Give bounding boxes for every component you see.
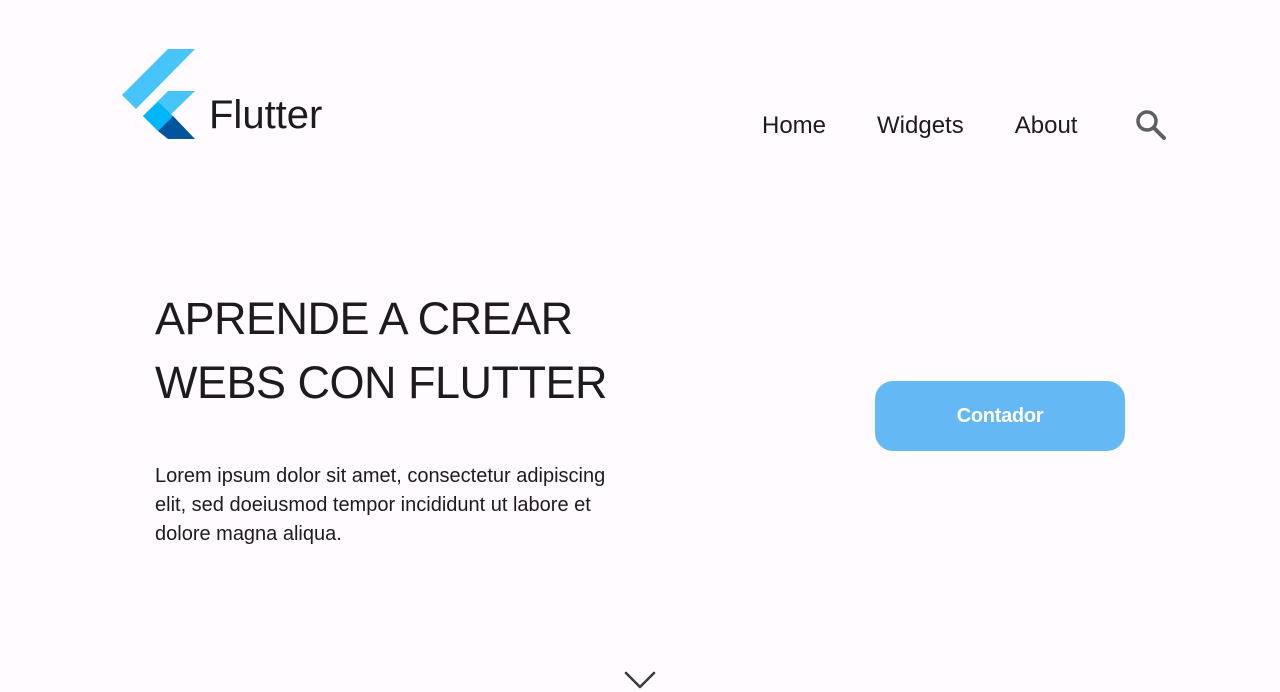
flutter-logo[interactable]: Flutter <box>122 49 322 141</box>
main-nav: Home Widgets About <box>762 112 1077 140</box>
page: Flutter Home Widgets About APRENDE A CRE… <box>0 0 1280 692</box>
chevron-down-icon[interactable] <box>624 670 656 690</box>
nav-widgets[interactable]: Widgets <box>877 112 964 140</box>
hero-headline: APRENDE A CREAR WEBS CON FLUTTER <box>155 287 608 415</box>
brand-name: Flutter <box>209 93 323 137</box>
contador-button[interactable]: Contador <box>875 381 1125 451</box>
nav-home[interactable]: Home <box>762 112 826 140</box>
flutter-logo-icon <box>122 49 195 139</box>
hero-headline-line2: WEBS CON FLUTTER <box>155 357 608 408</box>
hero-headline-line1: APRENDE A CREAR <box>155 293 573 344</box>
nav-about[interactable]: About <box>1015 112 1078 140</box>
hero-description: Lorem ipsum dolor sit amet, consectetur … <box>155 465 606 545</box>
search-icon[interactable] <box>1134 108 1168 142</box>
